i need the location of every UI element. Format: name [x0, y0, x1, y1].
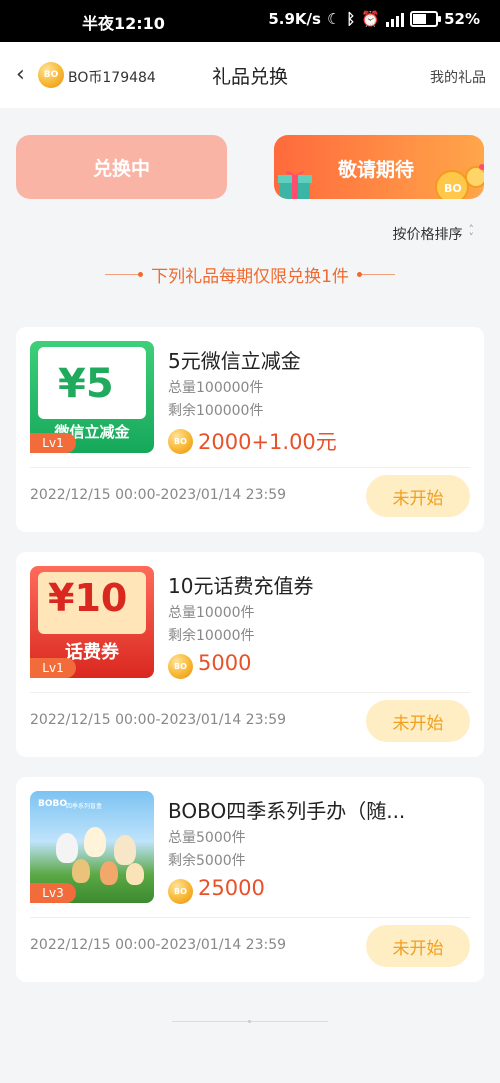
- gift-total: 总量5000件: [168, 830, 246, 846]
- card-divider: [30, 467, 470, 468]
- exchange-period: 2022/12/15 00:00-2023/01/14 23:59: [30, 937, 287, 953]
- sort-arrows-icon: ˄ ˅: [468, 223, 475, 244]
- gift-title: 10元话费充值券: [168, 574, 314, 598]
- bobo-logo: BOBO: [38, 799, 68, 809]
- figure-icon: [114, 835, 136, 865]
- network-speed: 5.9K/s: [268, 10, 321, 28]
- coins-decoration-icon: BO: [435, 164, 484, 199]
- battery-level: 52%: [444, 10, 480, 28]
- signal-icon: [386, 11, 405, 27]
- status-bar: 半夜12:10 5.9K/s ☾ ᛒ ⏰ 52%: [0, 0, 500, 42]
- card-divider: [30, 917, 470, 918]
- tab-exchanging[interactable]: 兑换中: [16, 135, 227, 199]
- figure-icon: [56, 833, 78, 863]
- moon-icon: ☾: [326, 10, 341, 28]
- battery-icon: [410, 11, 442, 27]
- bluetooth-icon: ᛒ: [346, 10, 356, 28]
- bo-coin-icon: BO: [168, 654, 193, 679]
- bo-coin-icon: BO: [168, 429, 193, 454]
- page-header: ‹ BO BO币179484 礼品兑换 我的礼品: [0, 42, 500, 108]
- my-gifts-link[interactable]: 我的礼品: [430, 67, 486, 87]
- gift-remaining: 剩余10000件: [168, 628, 255, 644]
- level-badge: Lv3: [30, 883, 76, 903]
- svg-text:BO: BO: [444, 182, 462, 195]
- figure-icon: [100, 861, 118, 885]
- voucher-amount: ¥5: [58, 361, 114, 407]
- gift-remaining: 剩余100000件: [168, 403, 264, 419]
- not-started-button[interactable]: 未开始: [366, 925, 470, 967]
- gift-total: 总量100000件: [168, 380, 264, 396]
- notice-divider-left: [105, 272, 144, 277]
- figure-icon: [126, 863, 144, 885]
- voucher-amount: ¥10: [48, 576, 128, 620]
- gift-price: 5000: [198, 651, 252, 675]
- gift-card[interactable]: ¥10 话费券 Lv1 10元话费充值券 总量10000件 剩余10000件 B…: [16, 552, 484, 757]
- bo-coin-icon: BO: [168, 879, 193, 904]
- gift-card[interactable]: BOBO 四季系列盲盒 Lv3 BOBO四季系列手办（随... 总量5000件 …: [16, 777, 484, 982]
- gift-price: 25000: [198, 876, 265, 900]
- status-indicators: 5.9K/s ☾ ᛒ ⏰ 52%: [268, 10, 480, 28]
- sort-label: 按价格排序: [392, 227, 463, 243]
- status-time: 半夜12:10: [82, 14, 165, 33]
- card-divider: [30, 692, 470, 693]
- not-started-button[interactable]: 未开始: [366, 700, 470, 742]
- gift-remaining: 剩余5000件: [168, 853, 246, 869]
- gift-card[interactable]: ¥5 微信立减金 Lv1 5元微信立减金 总量100000件 剩余100000件…: [16, 327, 484, 532]
- gift-title: BOBO四季系列手办（随...: [168, 799, 406, 823]
- tab-coming-soon[interactable]: 敬请期待 BO: [274, 135, 484, 199]
- gift-total: 总量10000件: [168, 605, 255, 621]
- figure-icon: [84, 827, 106, 857]
- gift-box-icon: [278, 171, 312, 199]
- notice-divider-right: [356, 272, 395, 277]
- exchange-limit-notice: 下列礼品每期仅限兑换1件: [0, 262, 500, 287]
- sort-by-price-button[interactable]: 按价格排序 ˄ ˅: [393, 224, 475, 244]
- level-badge: Lv1: [30, 433, 76, 453]
- exchange-period: 2022/12/15 00:00-2023/01/14 23:59: [30, 487, 287, 503]
- not-started-button[interactable]: 未开始: [366, 475, 470, 517]
- bobo-series-label: 四季系列盲盒: [66, 803, 103, 810]
- list-end-divider: [172, 1020, 328, 1023]
- level-badge: Lv1: [30, 658, 76, 678]
- notice-text: 下列礼品每期仅限兑换1件: [151, 267, 349, 287]
- alarm-icon: ⏰: [361, 10, 381, 28]
- exchange-period: 2022/12/15 00:00-2023/01/14 23:59: [30, 712, 287, 728]
- gift-price: 2000+1.00元: [198, 430, 337, 454]
- gift-title: 5元微信立减金: [168, 349, 301, 373]
- figure-icon: [72, 859, 90, 883]
- tab-coming-soon-label: 敬请期待: [338, 159, 415, 181]
- page-title: 礼品兑换: [211, 66, 288, 88]
